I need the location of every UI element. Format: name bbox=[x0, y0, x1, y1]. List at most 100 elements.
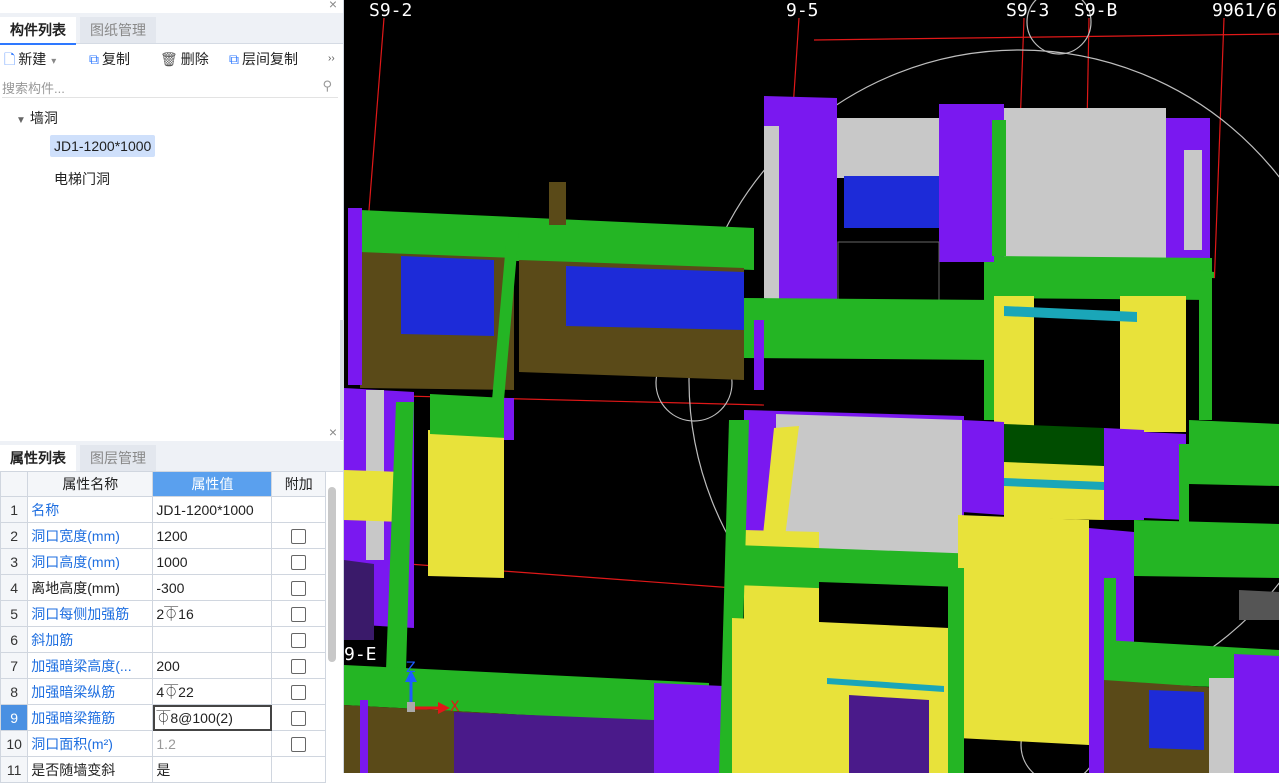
wall-block bbox=[992, 120, 1006, 256]
building-blocks bbox=[344, 96, 1279, 773]
floor-copy-button[interactable]: ⧉ 层间复制 bbox=[229, 49, 298, 69]
property-scrollbar[interactable] bbox=[328, 487, 336, 662]
wall-block bbox=[837, 118, 939, 178]
axis-label-9-5: 9-5 bbox=[786, 0, 819, 21]
additional-checkbox[interactable] bbox=[291, 606, 307, 622]
tree-group-label: 墙洞 bbox=[29, 110, 58, 126]
row-number: 4 bbox=[0, 574, 29, 601]
tab-property-list[interactable]: 属性列表 bbox=[0, 445, 76, 473]
table-row[interactable]: 4 离地高度(mm) -300 bbox=[0, 574, 326, 601]
table-row[interactable]: 11 是否随墙变斜 是 bbox=[0, 756, 326, 783]
header-additional: 附加 bbox=[271, 471, 326, 497]
wall-block bbox=[1179, 444, 1189, 560]
copy-button[interactable]: ⧉ 复制 bbox=[89, 49, 130, 69]
property-value[interactable]: 1000 bbox=[152, 548, 273, 575]
wall-block bbox=[744, 298, 994, 360]
axis-label-9961-6: 9961/6 bbox=[1212, 0, 1278, 21]
search-icon[interactable]: ⚲ bbox=[322, 78, 332, 94]
table-row[interactable]: 7 加强暗梁高度(... 200 bbox=[0, 652, 326, 679]
left-panel: 构件列表 图纸管理 × 🗋 新建 ▾ ⧉ 复制 🗑 删除 ⧉ 层间复制 ›› 搜索构件..… bbox=[0, 0, 344, 783]
wall-block bbox=[344, 560, 374, 640]
table-row[interactable]: 8 加强暗梁纵筋 4⏁22 bbox=[0, 678, 326, 705]
tree-group-wall-opening[interactable]: ▼ 墙洞 bbox=[16, 108, 58, 128]
additional-checkbox[interactable] bbox=[291, 684, 307, 700]
property-name: 洞口每侧加强筋 bbox=[27, 600, 154, 627]
property-value[interactable]: 是 bbox=[152, 756, 273, 783]
search-input[interactable]: 搜索构件... bbox=[2, 78, 65, 97]
property-value[interactable]: 200 bbox=[152, 652, 273, 679]
copy-label: 复制 bbox=[102, 51, 130, 67]
additional-cell bbox=[271, 522, 326, 549]
table-row[interactable]: 5 洞口每侧加强筋 2⏁16 bbox=[0, 600, 326, 627]
additional-checkbox[interactable] bbox=[291, 580, 307, 596]
close-icon[interactable]: × bbox=[329, 0, 337, 12]
property-value[interactable]: JD1-1200*1000 bbox=[152, 496, 273, 523]
tab-component-list[interactable]: 构件列表 bbox=[0, 17, 76, 45]
additional-checkbox[interactable] bbox=[291, 658, 307, 674]
close-icon[interactable]: × bbox=[329, 424, 337, 440]
additional-checkbox[interactable] bbox=[291, 554, 307, 570]
delete-label: 删除 bbox=[180, 51, 209, 67]
wall-block bbox=[1209, 678, 1234, 773]
table-row[interactable]: 3 洞口高度(mm) 1000 bbox=[0, 548, 326, 575]
table-row[interactable]: 10 洞口面积(m²) 1.2 bbox=[0, 730, 326, 757]
row-number: 7 bbox=[0, 652, 29, 679]
additional-checkbox[interactable] bbox=[291, 710, 307, 726]
wall-block bbox=[430, 394, 506, 438]
wall-block bbox=[754, 320, 764, 390]
table-row[interactable]: 2 洞口宽度(mm) 1200 bbox=[0, 522, 326, 549]
row-number: 11 bbox=[0, 756, 29, 783]
3d-viewport[interactable]: S9-2 9-5 S9-3 S9-B 9961/6 9-E Z X bbox=[344, 0, 1279, 773]
row-number-header bbox=[0, 471, 29, 497]
additional-checkbox[interactable] bbox=[291, 632, 307, 648]
tab-drawing-management[interactable]: 图纸管理 bbox=[80, 17, 156, 43]
additional-cell bbox=[271, 626, 326, 653]
wall-block bbox=[504, 398, 514, 440]
table-row[interactable]: 1 名称 JD1-1200*1000 bbox=[0, 496, 326, 523]
wall-block bbox=[1184, 150, 1202, 250]
wall-block bbox=[428, 430, 504, 578]
wall-block bbox=[1189, 420, 1279, 486]
tree-item-elevator-door[interactable]: 电梯门洞 bbox=[54, 169, 110, 189]
property-value[interactable]: 4⏁22 bbox=[152, 678, 273, 705]
additional-cell bbox=[271, 704, 326, 731]
delete-button[interactable]: 🗑 删除 bbox=[160, 49, 209, 69]
property-value[interactable]: 2⏁16 bbox=[152, 600, 273, 627]
wall-block bbox=[566, 266, 744, 330]
tree-item-jd1[interactable]: JD1-1200*1000 bbox=[50, 135, 156, 157]
new-file-icon: 🗋 bbox=[4, 51, 16, 67]
property-header-row: 属性名称 属性值 附加 bbox=[0, 471, 326, 497]
row-number: 8 bbox=[0, 678, 29, 705]
property-value[interactable]: 1200 bbox=[152, 522, 273, 549]
additional-checkbox[interactable] bbox=[291, 736, 307, 752]
row-number: 1 bbox=[0, 496, 29, 523]
wall-block bbox=[764, 126, 779, 300]
axis-label-9-e: 9-E bbox=[344, 644, 377, 665]
table-row-selected[interactable]: 9 加强暗梁箍筋 ⏁8@100(2) bbox=[0, 704, 326, 731]
table-row[interactable]: 6 斜加筋 bbox=[0, 626, 326, 653]
new-label: 新建 bbox=[18, 51, 47, 67]
header-property-value: 属性值 bbox=[152, 471, 273, 497]
additional-cell bbox=[271, 756, 326, 783]
wall-block bbox=[984, 262, 994, 420]
row-number: 3 bbox=[0, 548, 29, 575]
property-value-editing[interactable]: ⏁8@100(2) bbox=[152, 704, 273, 731]
more-button[interactable]: ›› bbox=[328, 49, 335, 69]
header-property-name: 属性名称 bbox=[27, 471, 154, 497]
new-button[interactable]: 🗋 新建 ▾ bbox=[4, 49, 56, 69]
property-name: 离地高度(mm) bbox=[27, 574, 154, 601]
property-value[interactable]: -300 bbox=[152, 574, 273, 601]
property-name: 名称 bbox=[27, 496, 154, 523]
property-value[interactable]: 1.2 bbox=[152, 730, 273, 757]
wall-block bbox=[654, 683, 724, 773]
property-value[interactable] bbox=[152, 626, 273, 653]
wall-block bbox=[837, 241, 940, 303]
search-box[interactable]: 搜索构件... ⚲ bbox=[2, 77, 338, 98]
3d-model-canvas[interactable] bbox=[344, 0, 1279, 773]
wall-block bbox=[849, 695, 929, 773]
floor-copy-label: 层间复制 bbox=[242, 51, 298, 67]
axis-z-label: Z bbox=[406, 660, 416, 676]
component-toolbar: 🗋 新建 ▾ ⧉ 复制 🗑 删除 ⧉ 层间复制 ›› bbox=[0, 43, 343, 73]
additional-checkbox[interactable] bbox=[291, 528, 307, 544]
tab-layer-management[interactable]: 图层管理 bbox=[80, 445, 156, 471]
